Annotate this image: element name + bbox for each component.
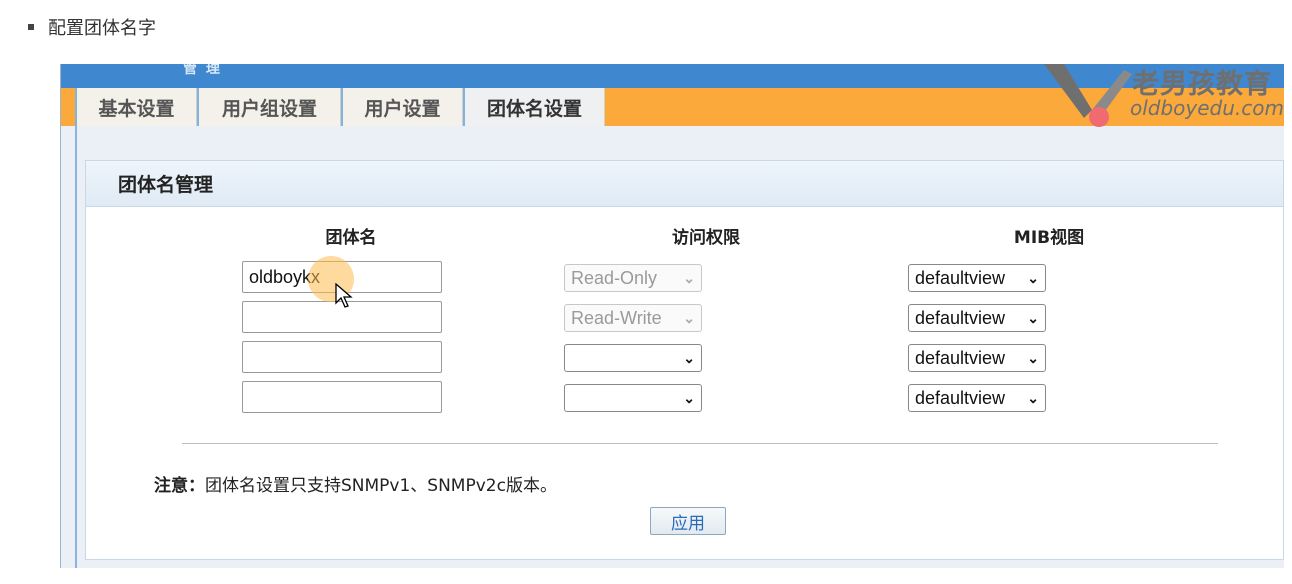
tab-user-settings[interactable]: 用户设置 xyxy=(341,88,463,126)
column-header-community-name: 团体名 xyxy=(325,228,377,248)
chevron-down-icon: ⌄ xyxy=(1027,309,1039,326)
mib-view-select-2[interactable]: defaultview ⌄ xyxy=(908,304,1046,332)
router-config-window: 管 理 基本设置 用户组设置 用户设置 团体名设置 团体名管理 团体名 访问权限… xyxy=(60,64,1284,568)
chevron-down-icon: ⌄ xyxy=(683,389,695,406)
column-header-mib-view: MIB视图 xyxy=(1013,228,1085,248)
top-banner: 管 理 xyxy=(61,64,1284,88)
chevron-down-icon: ⌄ xyxy=(1027,349,1039,366)
chevron-down-icon: ⌄ xyxy=(1027,389,1039,406)
note: 注意：团体名设置只支持SNMPv1、SNMPv2c版本。 xyxy=(154,476,557,496)
divider xyxy=(182,443,1218,444)
chevron-down-icon: ⌄ xyxy=(683,269,695,286)
mib-view-select-4[interactable]: defaultview ⌄ xyxy=(908,384,1046,412)
access-select-4[interactable]: ⌄ xyxy=(564,384,702,412)
tab-basic-settings[interactable]: 基本设置 xyxy=(75,88,197,126)
community-panel: 团体名管理 团体名 访问权限 MIB视图 Read-Only⌄ defaultv… xyxy=(85,160,1284,560)
bullet-square-icon xyxy=(28,24,34,30)
doc-bullet: 配置团体名字 xyxy=(28,14,156,40)
community-name-input-3[interactable] xyxy=(242,341,442,373)
access-select-1[interactable]: Read-Only ⌄ xyxy=(564,264,702,292)
chevron-down-icon: ⌄ xyxy=(683,349,695,366)
column-header-access: 访问权限 xyxy=(672,228,740,248)
chevron-down-icon: ⌄ xyxy=(683,309,695,326)
mib-view-select-3[interactable]: defaultview ⌄ xyxy=(908,344,1046,372)
community-name-input-4[interactable] xyxy=(242,381,442,413)
access-select-2[interactable]: Read-Write ⌄ xyxy=(564,304,702,332)
mouse-cursor-icon xyxy=(335,283,353,308)
doc-bullet-text: 配置团体名字 xyxy=(48,18,156,39)
mib-view-select-1[interactable]: defaultview ⌄ xyxy=(908,264,1046,292)
tab-user-group-settings[interactable]: 用户组设置 xyxy=(197,88,341,126)
apply-button[interactable]: 应用 xyxy=(650,507,726,535)
tab-bar: 基本设置 用户组设置 用户设置 团体名设置 xyxy=(61,88,1284,126)
content-area: 团体名管理 团体名 访问权限 MIB视图 Read-Only⌄ defaultv… xyxy=(75,126,1284,568)
top-banner-text: 管 理 xyxy=(183,64,222,77)
tab-community-settings[interactable]: 团体名设置 xyxy=(463,88,605,126)
chevron-down-icon: ⌄ xyxy=(1027,269,1039,286)
access-select-3[interactable]: ⌄ xyxy=(564,344,702,372)
panel-title: 团体名管理 xyxy=(86,161,1283,207)
